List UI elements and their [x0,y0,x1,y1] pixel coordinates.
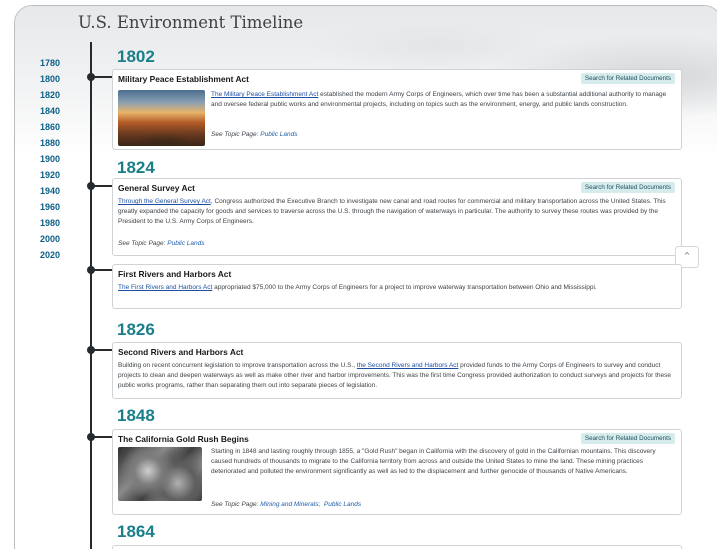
timeline-line [90,42,92,549]
year-link-1840[interactable]: 1840 [0,103,74,119]
year-link-1940[interactable]: 1940 [0,183,74,199]
event-description: Starting in 1848 and lasting roughly thr… [211,448,656,476]
event-title: Military Peace Establishment Act [118,74,249,84]
year-link-1900[interactable]: 1900 [0,151,74,167]
year-heading-1824: 1824 [117,158,155,177]
event-title: General Survey Act [118,183,195,193]
event-card-first-rivers-harbors: First Rivers and Harbors Act The First R… [112,264,682,309]
year-link-1920[interactable]: 1920 [0,167,74,183]
year-link-1980[interactable]: 1980 [0,215,74,231]
event-link[interactable]: The First Rivers and Harbors Act [118,284,212,291]
year-heading-1826: 1826 [117,320,155,339]
event-description: Through the General Survey Act, Congress… [118,198,666,226]
year-link-2020[interactable]: 2020 [0,247,74,263]
event-description: The First Rivers and Harbors Act appropr… [118,284,597,291]
event-card-partial [112,545,682,549]
event-title: Second Rivers and Harbors Act [118,347,244,357]
topic-link-public-lands[interactable]: Public Lands [324,501,361,508]
year-link-1860[interactable]: 1860 [0,119,74,135]
landscape-photo [118,90,205,146]
year-navigation: 1780 1800 1820 1840 1860 1880 1900 1920 … [0,55,74,263]
year-heading-1864: 1864 [117,522,155,541]
event-card-second-rivers-harbors: Second Rivers and Harbors Act Building o… [112,342,682,399]
event-card-general-survey: General Survey Act Search for Related Do… [112,178,682,256]
topic-link-public-lands[interactable]: Public Lands [260,131,297,138]
search-related-documents-button[interactable]: Search for Related Documents [580,73,675,84]
search-related-documents-button[interactable]: Search for Related Documents [580,433,675,444]
event-description: Building on recent concurrent legislatio… [118,362,672,390]
timeline-connector [94,76,112,78]
year-link-1820[interactable]: 1820 [0,87,74,103]
timeline-connector [94,185,112,187]
topic-line: See Topic Page: Public Lands [211,131,298,138]
timeline-connector [94,436,112,438]
year-link-1780[interactable]: 1780 [0,55,74,71]
event-link[interactable]: the Second Rivers and Harbors Act [357,362,459,369]
event-card-gold-rush: The California Gold Rush Begins Search f… [112,429,682,515]
topic-line: See Topic Page: Mining and Minerals; Pub… [211,501,362,508]
search-related-documents-button[interactable]: Search for Related Documents [580,182,675,193]
year-heading-1802: 1802 [117,47,155,66]
gold-rush-photo [118,447,202,501]
event-link[interactable]: The Military Peace Establishment Act [211,91,318,98]
topic-link-public-lands[interactable]: Public Lands [167,240,204,247]
topic-line: See Topic Page: Public Lands [118,240,205,247]
event-title: The California Gold Rush Begins [118,434,249,444]
timeline-connector [94,269,112,271]
year-link-1800[interactable]: 1800 [0,71,74,87]
event-description: The Military Peace Establishment Act est… [211,91,667,109]
event-link[interactable]: Through the General Survey Act [118,198,211,205]
page-title: U.S. Environment Timeline [78,13,304,32]
year-heading-1848: 1848 [117,406,155,425]
topic-link-mining-minerals[interactable]: Mining and Minerals [260,501,318,508]
year-link-1880[interactable]: 1880 [0,135,74,151]
event-title: First Rivers and Harbors Act [118,269,232,279]
timeline-connector [94,349,112,351]
event-card-military-peace: Military Peace Establishment Act Search … [112,69,682,150]
year-link-2000[interactable]: 2000 [0,231,74,247]
year-link-1960[interactable]: 1960 [0,199,74,215]
